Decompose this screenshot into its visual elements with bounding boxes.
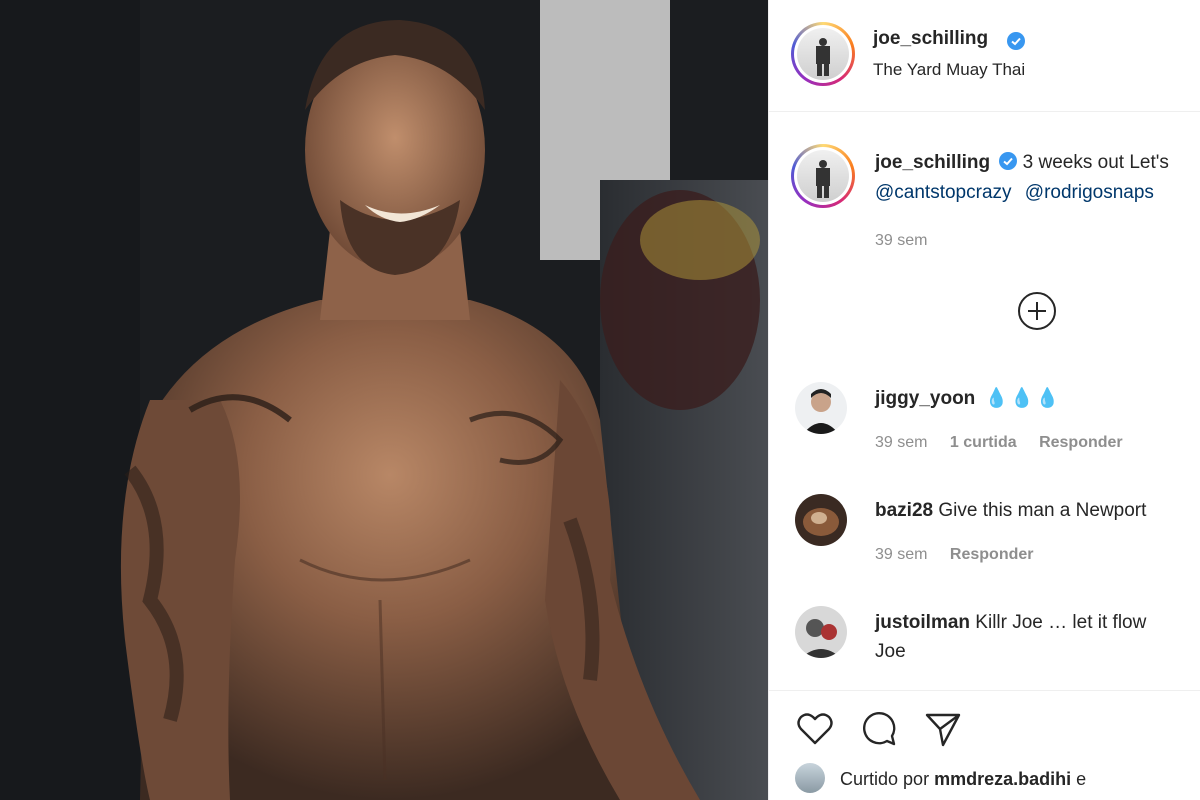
mention-link[interactable]: @rodrigosnaps: [1025, 182, 1154, 203]
mention-link[interactable]: @cantstopcrazy: [875, 182, 1012, 203]
post-actions: Curtido por mmdreza.badihi e: [769, 690, 1200, 800]
caption-username[interactable]: joe_schilling: [875, 152, 990, 173]
caption-mentions: @cantstopcrazy @rodrigosnaps: [875, 182, 1162, 204]
comment-body: jiggy_yoon 💧💧💧: [875, 384, 1195, 413]
comment-username[interactable]: justoilman: [875, 612, 970, 633]
liked-by-suffix: e: [1076, 769, 1087, 789]
comment-time[interactable]: 39 sem: [875, 546, 927, 563]
post-location[interactable]: The Yard Muay Thai: [873, 60, 1025, 80]
comment-username[interactable]: jiggy_yoon: [875, 388, 975, 409]
caption-avatar[interactable]: [791, 144, 855, 208]
caption-timestamp[interactable]: 39 sem: [875, 232, 927, 250]
comment-time[interactable]: 39 sem: [875, 434, 927, 451]
comment-body: bazi28 Give this man a Newport: [875, 496, 1195, 525]
comment-text: Killr Joe … let it flow: [975, 612, 1147, 633]
post-photo[interactable]: [0, 0, 768, 800]
comment-likes[interactable]: 1 curtida: [950, 434, 1017, 451]
liked-by-user[interactable]: mmdreza.badihi: [934, 769, 1071, 789]
liked-by-prefix: Curtido por: [840, 769, 930, 789]
comment-username[interactable]: bazi28: [875, 500, 933, 521]
verified-icon: [1007, 32, 1025, 50]
liker-avatar[interactable]: [795, 763, 825, 793]
comment-text-continued: Joe: [875, 641, 906, 662]
reply-button[interactable]: Responder: [950, 546, 1034, 563]
like-heart-icon[interactable]: [795, 709, 835, 749]
author-avatar[interactable]: [791, 22, 855, 86]
author-username[interactable]: joe_schilling: [873, 28, 988, 50]
comment-bubble-icon[interactable]: [859, 709, 899, 749]
verified-icon: [999, 152, 1018, 170]
droplet-emoji: 💧💧💧: [984, 388, 1062, 409]
comment-meta: 39 sem 1 curtida Responder: [875, 434, 1141, 452]
load-more-comments-button[interactable]: [1018, 292, 1056, 330]
post-header: joe_schilling The Yard Muay Thai: [769, 0, 1200, 112]
comment-text: Give this man a Newport: [938, 500, 1147, 521]
commenter-avatar[interactable]: [795, 606, 847, 658]
comment-body: justoilman Killr Joe … let it flow Joe: [875, 608, 1195, 666]
share-paper-plane-icon[interactable]: [923, 709, 963, 749]
comment-meta: 39 sem Responder: [875, 546, 1052, 564]
post-sidebar: joe_schilling The Yard Muay Thai joe_sch…: [768, 0, 1200, 800]
commenter-avatar[interactable]: [795, 494, 847, 546]
caption-first-line: joe_schilling 3 weeks out Let's: [875, 152, 1169, 174]
reply-button[interactable]: Responder: [1039, 434, 1123, 451]
caption-text: 3 weeks out Let's: [1022, 152, 1169, 173]
commenter-avatar[interactable]: [795, 382, 847, 434]
fighter-photo-illustration: [0, 0, 768, 800]
liked-by-summary: Curtido por mmdreza.badihi e: [795, 763, 1086, 793]
